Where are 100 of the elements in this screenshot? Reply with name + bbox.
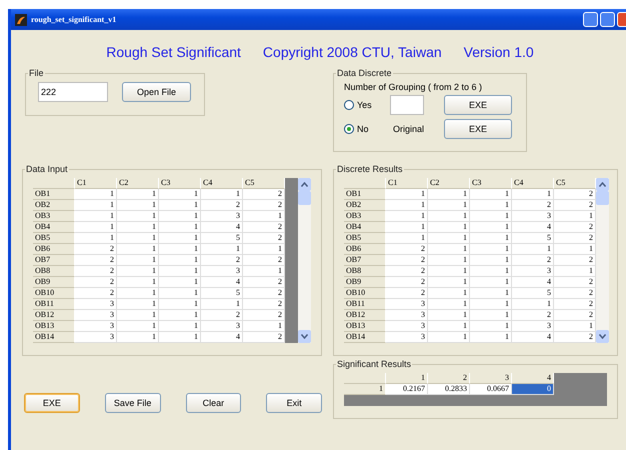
table-cell: 1 — [554, 266, 596, 277]
minimize-button[interactable] — [583, 12, 598, 27]
table-cell: 1 — [386, 189, 428, 200]
table-cell: 1 — [428, 222, 470, 233]
maximize-button[interactable] — [600, 12, 615, 27]
table-cell: 3 — [75, 321, 117, 332]
scroll-up-icon[interactable] — [298, 178, 311, 191]
table-cell: 2 — [243, 288, 285, 299]
table-cell: 1 — [159, 189, 201, 200]
table-cell: 1 — [201, 244, 243, 255]
app-heading: Version 1.0 — [464, 44, 534, 62]
table-cell: 1 — [117, 211, 159, 222]
table-cell: 2 — [386, 266, 428, 277]
table-cell: 2 — [75, 255, 117, 266]
table-cell: 1 — [512, 299, 554, 310]
table-cell: 1 — [470, 299, 512, 310]
vertical-scrollbar[interactable] — [298, 178, 311, 343]
table-cell: 2 — [243, 299, 285, 310]
table-cell: 3 — [386, 332, 428, 343]
table-cell: 1 — [159, 255, 201, 266]
table-cell: 1 — [117, 277, 159, 288]
table-cell: 4 — [201, 222, 243, 233]
table-cell: 5 — [201, 233, 243, 244]
scroll-up-icon[interactable] — [596, 178, 609, 191]
table-cell: 1 — [159, 288, 201, 299]
table-cell: 1 — [470, 288, 512, 299]
table-cell: 1 — [75, 189, 117, 200]
row-header: OB7 — [344, 255, 386, 266]
table-cell: 1 — [470, 233, 512, 244]
table-cell: 2 — [512, 255, 554, 266]
row-header: OB3 — [344, 211, 386, 222]
table-cell: 2 — [512, 310, 554, 321]
table-cell: 1 — [470, 310, 512, 321]
vertical-scrollbar[interactable] — [596, 178, 609, 343]
table-cell: 3 — [201, 321, 243, 332]
grouping-field[interactable] — [390, 95, 424, 115]
row-header: OB13 — [344, 321, 386, 332]
table-cell[interactable]: 0.2833 — [428, 384, 470, 395]
scroll-down-icon[interactable] — [298, 330, 311, 343]
column-header: C4 — [201, 178, 243, 189]
table-cell: 4 — [201, 277, 243, 288]
table-cell: 3 — [75, 310, 117, 321]
row-header: OB4 — [33, 222, 75, 233]
table-cell: 1 — [201, 299, 243, 310]
table-cell: 2 — [243, 222, 285, 233]
table-cell: 3 — [75, 332, 117, 343]
column-header: 1 — [386, 373, 428, 384]
table-cell: 3 — [201, 266, 243, 277]
table-cell: 1 — [428, 255, 470, 266]
table-cell: 1 — [75, 211, 117, 222]
table-cell: 1 — [117, 332, 159, 343]
table-cell: 4 — [201, 332, 243, 343]
table-cell[interactable]: 0.2167 — [386, 384, 428, 395]
table-cell: 1 — [159, 321, 201, 332]
table-cell: 1 — [117, 321, 159, 332]
table-cell: 2 — [201, 200, 243, 211]
table-cell: 1 — [386, 233, 428, 244]
table-cell: 1 — [512, 189, 554, 200]
row-header: OB12 — [33, 310, 75, 321]
table-cell: 2 — [554, 277, 596, 288]
exe-button[interactable]: EXE — [444, 95, 512, 115]
action-button[interactable]: EXE — [24, 393, 80, 413]
open-file-button[interactable]: Open File — [122, 82, 191, 102]
table-cell: 1 — [428, 321, 470, 332]
scroll-thumb[interactable] — [298, 191, 311, 205]
table-cell: 2 — [554, 310, 596, 321]
table-cell: 1 — [75, 222, 117, 233]
table-cell[interactable]: 0.0667 — [470, 384, 512, 395]
table-cell: 1 — [428, 299, 470, 310]
scroll-thumb[interactable] — [596, 191, 609, 205]
table-cell: 4 — [512, 332, 554, 343]
table-cell[interactable]: 0 — [512, 384, 554, 395]
column-header: C5 — [554, 178, 596, 189]
row-header: OB10 — [344, 288, 386, 299]
scroll-down-icon[interactable] — [596, 330, 609, 343]
column-header: 3 — [470, 373, 512, 384]
table-cell: 1 — [117, 288, 159, 299]
file-name-field[interactable]: 222 — [38, 82, 108, 102]
table-cell: 1 — [117, 266, 159, 277]
table-cell: 1 — [117, 200, 159, 211]
radio-option[interactable]: No — [344, 124, 393, 134]
exe-button[interactable]: EXE — [444, 119, 512, 139]
action-button[interactable]: Clear — [186, 393, 242, 413]
row-header: OB11 — [33, 299, 75, 310]
action-button[interactable]: Exit — [266, 393, 322, 413]
table-cell: 1 — [159, 233, 201, 244]
table-cell: 2 — [243, 310, 285, 321]
radio-option[interactable]: Yes — [344, 100, 390, 110]
app-heading: Rough Set Significant — [106, 44, 241, 62]
table-cell: 1 — [201, 189, 243, 200]
table-cell: 1 — [470, 255, 512, 266]
table-cell: 1 — [159, 277, 201, 288]
table-cell: 1 — [243, 266, 285, 277]
table-cell: 1 — [159, 222, 201, 233]
column-header: C5 — [243, 178, 285, 189]
row-header: OB11 — [344, 299, 386, 310]
table-cell: 5 — [512, 233, 554, 244]
table-cell: 2 — [554, 200, 596, 211]
action-button[interactable]: Save File — [104, 393, 160, 413]
table-cell: 1 — [75, 233, 117, 244]
